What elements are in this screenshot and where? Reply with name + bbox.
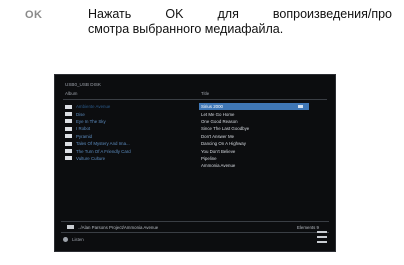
folder-list: Ambiente Avenue Dise Eye In The Sky I Ro…: [65, 103, 193, 162]
folder-icon: [65, 149, 72, 154]
track-item[interactable]: Pipeline: [199, 155, 309, 162]
path-bar: ../Alan Parsons Project/Ammonia Avenue E…: [61, 221, 329, 233]
folder-item[interactable]: Vulture Culture: [65, 155, 193, 162]
folder-item[interactable]: Eye In The Sky: [65, 118, 193, 125]
track-item[interactable]: You Don't Believe: [199, 147, 309, 154]
footer-hint: Listen: [63, 237, 84, 242]
track-item[interactable]: One Good Reason: [199, 118, 309, 125]
track-item[interactable]: Don't Answer Me: [199, 133, 309, 140]
folder-item[interactable]: Dise: [65, 110, 193, 117]
ok-button-icon: [63, 237, 68, 242]
folder-icon: [65, 112, 72, 117]
folder-item[interactable]: I Robot: [65, 125, 193, 132]
folder-item[interactable]: Pyramid: [65, 133, 193, 140]
menu-icon[interactable]: [317, 231, 327, 243]
folder-item[interactable]: Ambiente Avenue: [65, 103, 193, 110]
track-item-selected[interactable]: Sirius 2000: [199, 103, 309, 111]
instruction-line-1: Нажать OK для вопроизведения/про: [88, 7, 392, 21]
element-count: Elements 9: [297, 224, 319, 230]
breadcrumb: Album: [65, 91, 78, 96]
folder-item[interactable]: Tales Of Mystery And Ima...: [65, 140, 193, 147]
header-divider: [63, 99, 327, 100]
folder-icon: [65, 134, 72, 139]
ok-key-symbol: OK: [25, 9, 43, 21]
folder-icon: [67, 225, 74, 229]
device-label: USB0_USB DISK: [65, 81, 101, 88]
track-list: Sirius 2000 Let Me Go Home One Good Reas…: [199, 103, 309, 170]
track-item[interactable]: Since The Last Goodbye: [199, 125, 309, 132]
current-path: ../Alan Parsons Project/Ammonia Avenue: [78, 224, 159, 230]
folder-item[interactable]: The Turn Of A Friendly Card: [65, 147, 193, 154]
device-name: USB0_USB DISK: [65, 82, 101, 87]
folder-icon: [65, 126, 72, 131]
folder-icon: [65, 104, 72, 109]
footer-hint-label: Listen: [72, 237, 84, 242]
folder-icon: [65, 119, 72, 124]
instruction-text: Нажать OK для вопроизведения/про смотра …: [88, 7, 392, 37]
title-column-header: Title: [201, 91, 210, 96]
track-item[interactable]: Let Me Go Home: [199, 110, 309, 117]
track-item[interactable]: Dancing On A Highway: [199, 140, 309, 147]
folder-icon: [65, 141, 72, 146]
track-item[interactable]: Ammonia Avenue: [199, 162, 309, 169]
media-browser-screen: USB0_USB DISK Album Title Ambiente Avenu…: [54, 74, 336, 252]
folder-icon: [65, 156, 72, 161]
instruction-line-2: смотра выбранного медиафайла.: [88, 22, 284, 36]
